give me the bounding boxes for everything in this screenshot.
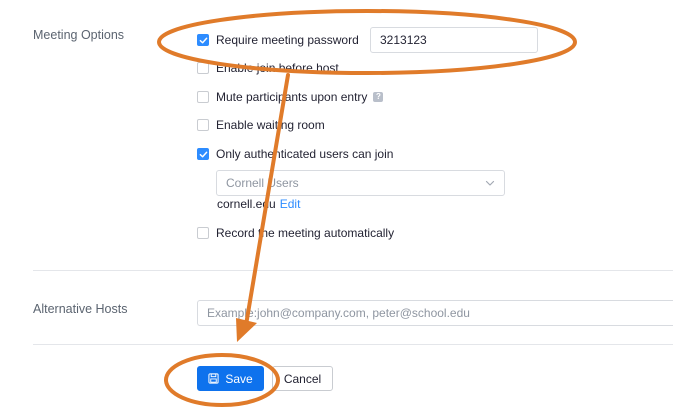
chevron-down-icon <box>485 178 495 188</box>
meeting-settings-page: Meeting Options Require meeting password… <box>0 0 673 418</box>
save-button[interactable]: Save <box>197 366 264 391</box>
mute-participants-label: Mute participants upon entry <box>216 90 368 104</box>
save-button-label: Save <box>225 371 253 386</box>
authenticated-users-label: Only authenticated users can join <box>216 147 394 161</box>
meeting-options-label: Meeting Options <box>33 28 125 42</box>
section-divider <box>33 270 673 271</box>
waiting-room-checkbox[interactable] <box>197 119 209 131</box>
authentication-domain-text: cornell.edu <box>217 197 276 211</box>
join-before-host-label: Enable join before host <box>216 61 339 75</box>
alternative-hosts-label: Alternative Hosts <box>33 302 128 316</box>
alternative-hosts-input[interactable]: Example:john@company.com, peter@school.e… <box>197 300 673 326</box>
require-password-label: Require meeting password <box>216 33 359 47</box>
option-authenticated-users[interactable]: Only authenticated users can join <box>197 146 393 162</box>
record-automatically-label: Record the meeting automatically <box>216 226 395 240</box>
authentication-select-value: Cornell Users <box>226 176 299 190</box>
help-icon[interactable]: ? <box>373 92 384 102</box>
floppy-disk-icon <box>208 373 219 384</box>
checkmark-icon <box>199 37 207 43</box>
waiting-room-label: Enable waiting room <box>216 118 325 132</box>
cancel-button-label: Cancel <box>283 371 322 386</box>
option-waiting-room[interactable]: Enable waiting room <box>197 117 325 133</box>
join-before-host-checkbox[interactable] <box>197 62 209 74</box>
option-mute-participants[interactable]: Mute participants upon entry ? <box>197 89 384 105</box>
alternative-hosts-placeholder: Example:john@company.com, peter@school.e… <box>207 306 470 320</box>
mute-participants-checkbox[interactable] <box>197 91 209 103</box>
option-join-before-host[interactable]: Enable join before host <box>197 60 339 76</box>
cancel-button[interactable]: Cancel <box>272 366 333 391</box>
authentication-select[interactable]: Cornell Users <box>216 170 505 196</box>
option-require-password[interactable]: Require meeting password <box>197 32 359 48</box>
password-input[interactable]: 3213123 <box>370 27 538 53</box>
authentication-domain: cornell.edu Edit <box>217 197 300 211</box>
option-record-automatically[interactable]: Record the meeting automatically <box>197 225 394 241</box>
authentication-edit-link[interactable]: Edit <box>280 197 301 211</box>
checkmark-icon <box>199 151 207 157</box>
section-divider <box>33 344 673 345</box>
require-password-checkbox[interactable] <box>197 34 209 46</box>
password-input-value: 3213123 <box>380 33 427 47</box>
authenticated-users-checkbox[interactable] <box>197 148 209 160</box>
record-automatically-checkbox[interactable] <box>197 227 209 239</box>
